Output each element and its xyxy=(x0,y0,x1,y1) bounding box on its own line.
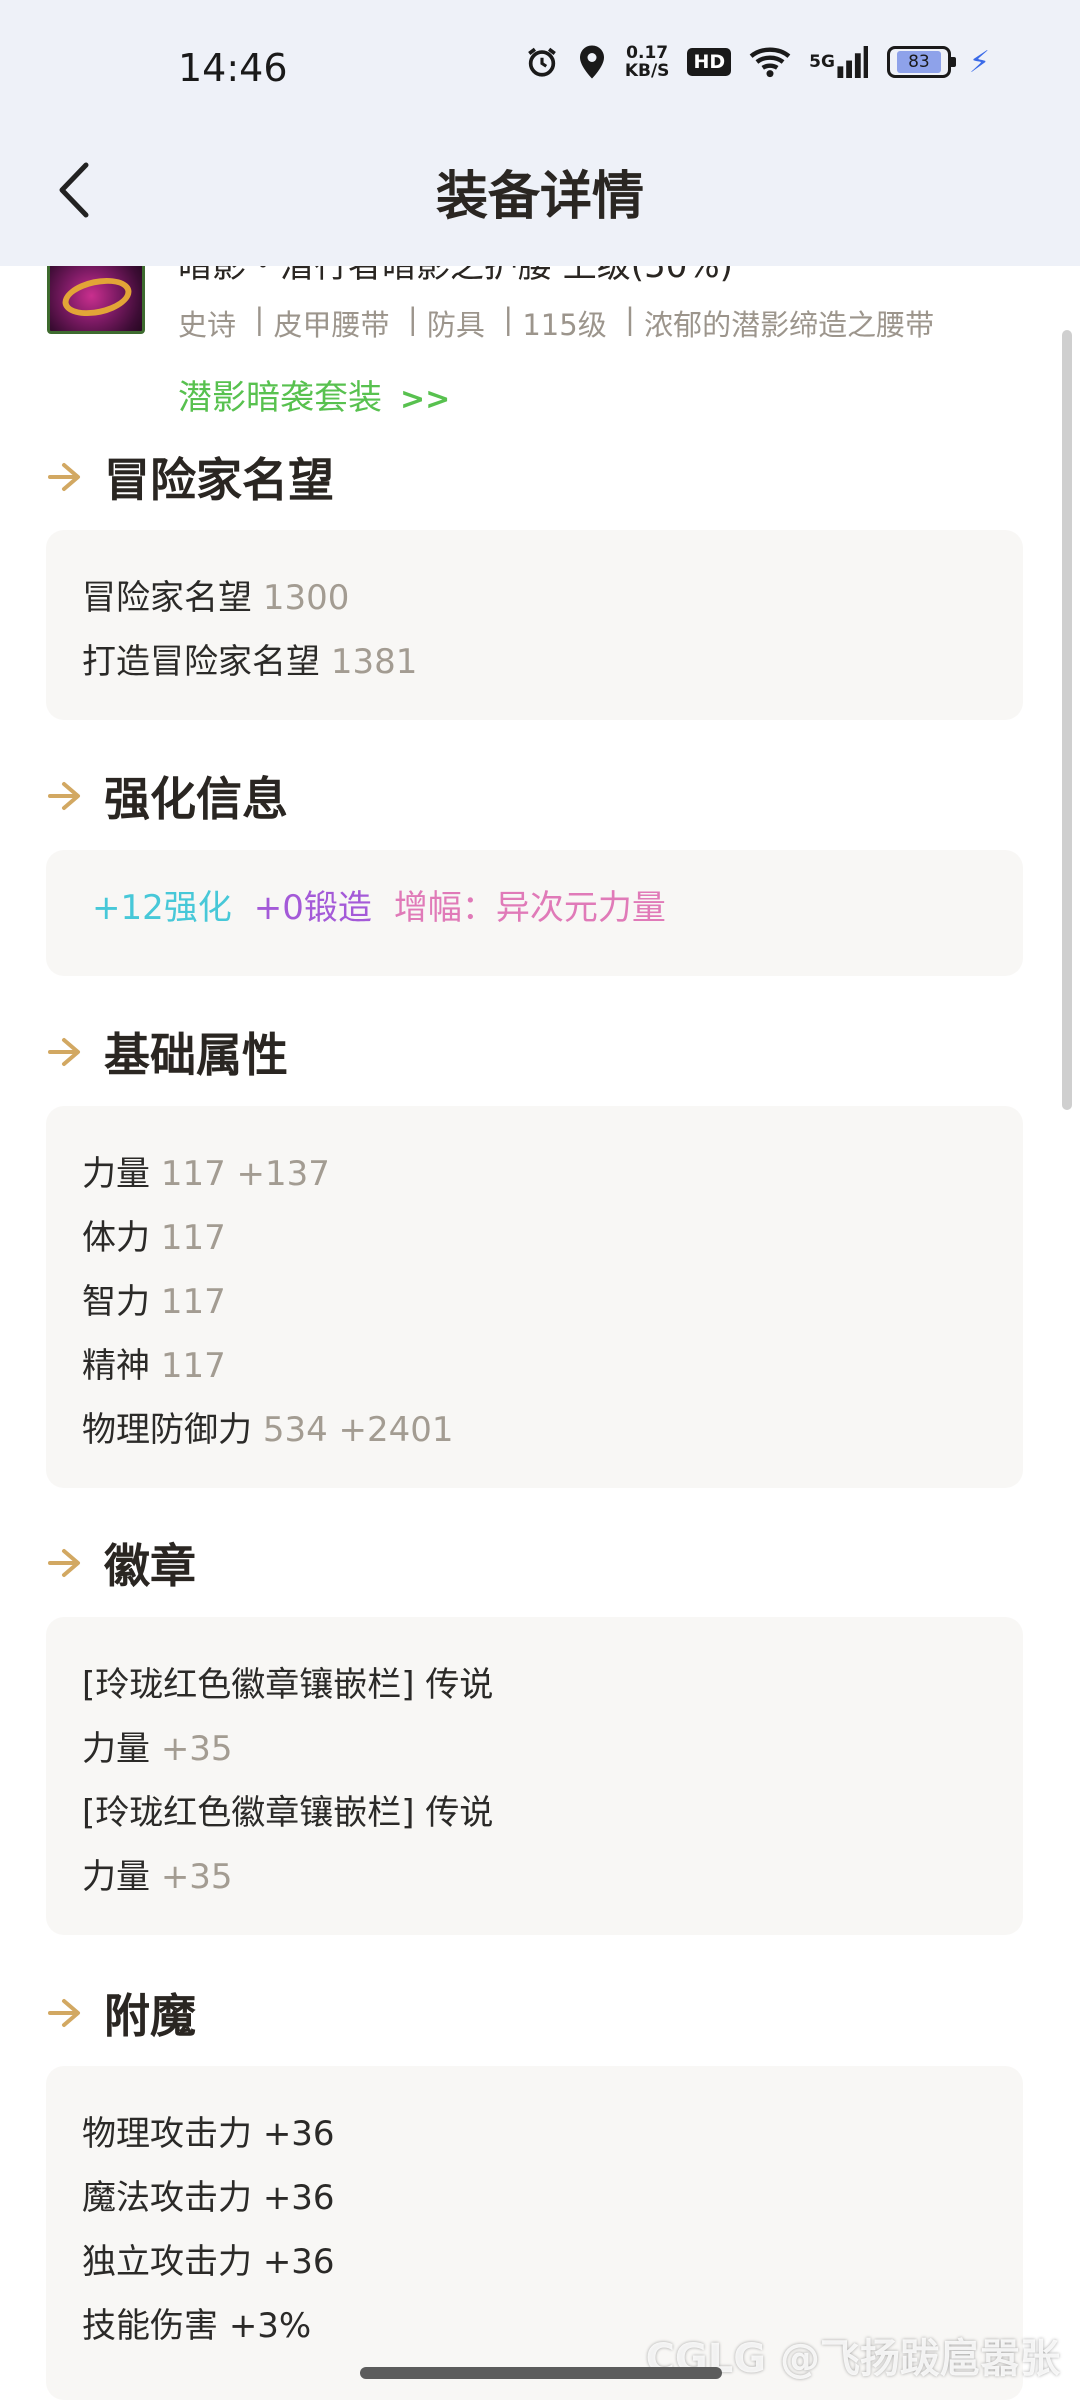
stat-row: 独立攻击力 +36 xyxy=(82,2230,987,2294)
meta-divider: | xyxy=(484,302,523,336)
stat-label: 冒险家名望 xyxy=(82,578,252,618)
stat-value: +35 xyxy=(160,1857,233,1897)
stat-label: 智力 xyxy=(82,1282,150,1322)
stat-value: +3% xyxy=(228,2306,312,2346)
stat-value: +35 xyxy=(160,1729,233,1769)
emblem-slot-row: [玲珑红色徽章镶嵌栏] 传说 xyxy=(82,1653,987,1717)
stat-value: +36 xyxy=(262,2178,335,2218)
stat-label: 物理防御力 xyxy=(82,1410,252,1450)
status-time: 14:46 xyxy=(178,46,288,90)
section-arrow-icon xyxy=(48,1038,80,1066)
set-arrows: >> xyxy=(400,382,451,417)
section-base-header: 基础属性 xyxy=(46,1019,288,1085)
stat-row: 力量 +35 xyxy=(82,1845,987,1909)
meta-divider: | xyxy=(389,302,427,336)
page-title: 装备详情 xyxy=(435,167,644,227)
stat-row: 魔法攻击力 +36 xyxy=(82,2166,987,2230)
stat-value: 534 +2401 xyxy=(262,1410,454,1450)
stat-value: 117 xyxy=(160,1218,226,1258)
stat-value: +36 xyxy=(262,2242,335,2282)
base-attributes-card: 力量 117 +137 体力 117 智力 117 精神 117 物理防御力 5… xyxy=(46,1106,1023,1488)
item-level: 115级 xyxy=(522,308,607,342)
section-enhance-header: 强化信息 xyxy=(46,763,288,829)
stat-value: 117 xyxy=(160,1346,226,1386)
section-reputation-header: 冒险家名望 xyxy=(46,444,334,510)
stat-row: 精神 117 xyxy=(82,1334,987,1398)
stat-value: 117 xyxy=(160,1282,226,1322)
stat-label: 精神 xyxy=(82,1346,150,1386)
signal-icon: 5G xyxy=(809,46,869,78)
stat-label: 技能伤害 xyxy=(82,2306,218,2346)
stat-label: 力量 xyxy=(82,1857,150,1897)
signal-label: 5G xyxy=(809,52,835,72)
item-meta: 史诗 | 皮甲腰带 | 防具 | 115级 | 浓郁的潜影缔造之腰带 xyxy=(178,302,934,344)
reputation-card: 冒险家名望 1300 打造冒险家名望 1381 xyxy=(46,530,1023,720)
scrollbar[interactable] xyxy=(1062,330,1072,1110)
net-speed-unit: KB/S xyxy=(624,61,670,81)
battery-icon: 83 xyxy=(886,46,956,78)
section-arrow-icon xyxy=(48,1999,80,2027)
enhance-card: +12强化 +0锻造 增幅：异次元力量 xyxy=(46,850,1023,976)
emblem-slot-label: [玲珑红色徽章镶嵌栏] 传说 xyxy=(82,1665,494,1705)
stat-row: 力量 +35 xyxy=(82,1717,987,1781)
item-source: 浓郁的潜影缔造之腰带 xyxy=(644,308,935,342)
section-arrow-icon xyxy=(48,1549,80,1577)
section-arrow-icon xyxy=(48,463,80,491)
stat-row: 物理防御力 534 +2401 xyxy=(82,1398,987,1462)
section-emblem-header: 徽章 xyxy=(46,1530,196,1596)
stat-value: +36 xyxy=(262,2114,335,2154)
stat-label: 力量 xyxy=(82,1154,150,1194)
home-indicator[interactable] xyxy=(360,2367,722,2379)
stat-row: 打造冒险家名望 1381 xyxy=(82,630,987,694)
charging-icon: ⚡ xyxy=(968,44,990,80)
stat-row: 体力 117 xyxy=(82,1206,987,1270)
top-bar: 14:46 0.17 KB/S HD 5G 83 ⚡ 装备详情 xyxy=(0,0,1080,266)
battery-level: 83 xyxy=(908,52,930,72)
stat-label: 独立攻击力 xyxy=(82,2242,252,2282)
stat-label: 打造冒险家名望 xyxy=(82,642,320,682)
forge-tag: +0锻造 xyxy=(253,888,372,928)
item-rarity: 史诗 xyxy=(178,308,237,342)
section-enchant-header: 附魔 xyxy=(46,1980,196,2046)
wifi-icon xyxy=(749,46,791,78)
stat-label: 体力 xyxy=(82,1218,150,1258)
section-title: 徽章 xyxy=(104,1539,196,1593)
set-link[interactable]: 潜影暗袭套装 >> xyxy=(178,370,450,419)
section-title: 基础属性 xyxy=(104,1028,288,1082)
stat-value: 117 +137 xyxy=(160,1154,330,1194)
stat-row: 冒险家名望 1300 xyxy=(82,566,987,630)
stat-row: 力量 117 +137 xyxy=(82,1142,987,1206)
item-category: 防具 xyxy=(426,308,485,342)
stat-label: 物理攻击力 xyxy=(82,2114,252,2154)
emblem-slot-row: [玲珑红色徽章镶嵌栏] 传说 xyxy=(82,1781,987,1845)
section-arrow-icon xyxy=(48,782,80,810)
emblem-slot-label: [玲珑红色徽章镶嵌栏] 传说 xyxy=(82,1793,494,1833)
set-name: 潜影暗袭套装 xyxy=(178,378,382,418)
stat-label: 魔法攻击力 xyxy=(82,2178,252,2218)
status-icons: 0.17 KB/S HD 5G 83 ⚡ xyxy=(525,44,990,80)
section-title: 强化信息 xyxy=(104,772,288,826)
stat-label: 力量 xyxy=(82,1729,150,1769)
stat-row: 物理攻击力 +36 xyxy=(82,2102,987,2166)
location-icon xyxy=(577,44,607,80)
stat-value: 1300 xyxy=(262,578,350,618)
alarm-icon xyxy=(525,45,559,79)
hd-icon: HD xyxy=(687,48,732,76)
reinforce-tag: +12强化 xyxy=(92,888,232,928)
emblem-card: [玲珑红色徽章镶嵌栏] 传说 力量 +35 [玲珑红色徽章镶嵌栏] 传说 力量 … xyxy=(46,1617,1023,1935)
net-speed-value: 0.17 xyxy=(626,43,669,63)
item-type: 皮甲腰带 xyxy=(273,308,390,342)
stat-value: 1381 xyxy=(330,642,418,682)
section-title: 冒险家名望 xyxy=(104,453,334,507)
meta-divider: | xyxy=(236,302,274,336)
enhance-tags: +12强化 +0锻造 增幅：异次元力量 xyxy=(92,876,977,940)
meta-divider: | xyxy=(606,302,645,336)
section-title: 附魔 xyxy=(104,1989,196,2043)
net-speed: 0.17 KB/S xyxy=(625,44,670,80)
stat-row: 智力 117 xyxy=(82,1270,987,1334)
amplify-tag: 增幅：异次元力量 xyxy=(393,888,666,928)
